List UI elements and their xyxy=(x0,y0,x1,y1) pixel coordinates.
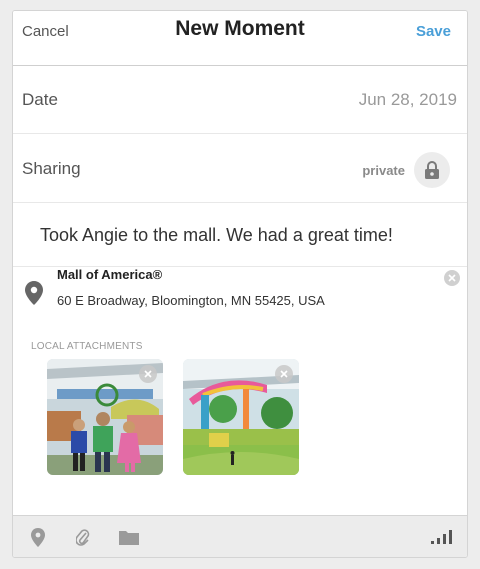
location-address: 60 E Broadway, Bloomington, MN 55425, US… xyxy=(57,293,325,308)
close-icon xyxy=(280,370,288,378)
note-text[interactable]: Took Angie to the mall. We had a great t… xyxy=(40,225,393,246)
date-label: Date xyxy=(22,90,58,109)
save-button[interactable]: Save xyxy=(416,23,451,40)
close-icon xyxy=(448,274,456,282)
folder-icon[interactable] xyxy=(119,530,139,545)
location-block[interactable]: Mall of America® 60 E Broadway, Blooming… xyxy=(13,267,467,323)
remove-attachment-2-button[interactable] xyxy=(275,365,293,383)
new-moment-card: Cancel New Moment Save Date Jun 28, 2019… xyxy=(12,10,468,558)
page-title: New Moment xyxy=(175,17,305,40)
location-pin-icon[interactable] xyxy=(31,528,45,547)
sharing-label: Sharing xyxy=(22,159,81,178)
sharing-row[interactable]: Sharing private xyxy=(13,135,467,203)
sharing-value: private xyxy=(362,163,405,178)
map-pin-icon xyxy=(25,281,43,305)
date-value[interactable]: Jun 28, 2019 xyxy=(359,90,457,110)
signal-strength-icon xyxy=(431,530,452,544)
remove-attachment-1-button[interactable] xyxy=(139,365,157,383)
lock-icon xyxy=(425,161,439,179)
clear-location-button[interactable] xyxy=(444,270,460,286)
close-icon xyxy=(144,370,152,378)
note-field[interactable]: Took Angie to the mall. We had a great t… xyxy=(13,205,467,267)
attachment-thumbnail-2[interactable] xyxy=(183,359,299,475)
paperclip-icon[interactable] xyxy=(76,528,90,547)
bottom-toolbar xyxy=(13,515,467,557)
attachments-section-label: LOCAL ATTACHMENTS xyxy=(31,341,143,352)
location-name: Mall of America® xyxy=(57,267,163,282)
top-bar: Cancel New Moment Save xyxy=(13,11,467,66)
date-row[interactable]: Date Jun 28, 2019 xyxy=(13,66,467,134)
lock-button[interactable] xyxy=(414,152,450,188)
attachment-thumbnail-1[interactable] xyxy=(47,359,163,475)
